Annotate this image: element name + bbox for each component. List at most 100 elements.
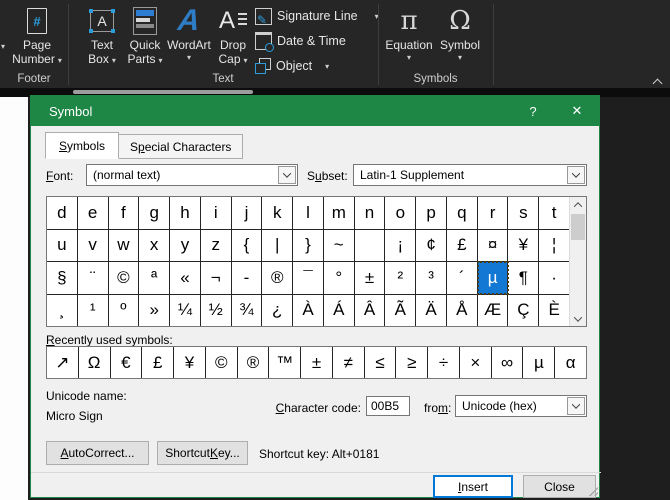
- symbol-cell[interactable]: ¹: [78, 294, 109, 326]
- recent-symbol-cell[interactable]: ©: [206, 347, 238, 378]
- symbol-cell[interactable]: º: [109, 294, 140, 326]
- symbol-cell[interactable]: £: [447, 229, 478, 261]
- symbol-cell[interactable]: Ç: [508, 294, 540, 326]
- symbol-cell[interactable]: ¦: [539, 230, 569, 262]
- recent-symbol-cell[interactable]: ™: [269, 347, 302, 378]
- equation-button[interactable]: π Equation ▾: [383, 3, 435, 62]
- symbol-cell[interactable]: È: [539, 295, 569, 327]
- symbol-cell[interactable]: ¯: [293, 262, 324, 294]
- symbol-cell[interactable]: ®: [262, 262, 294, 294]
- recent-symbol-cell[interactable]: α: [555, 347, 586, 378]
- symbol-cell[interactable]: q: [447, 197, 478, 229]
- grid-scrollbar[interactable]: [569, 197, 586, 326]
- scroll-down-button[interactable]: [570, 311, 586, 326]
- symbol-cell[interactable]: r: [478, 197, 509, 229]
- insert-button[interactable]: Insert: [433, 475, 513, 498]
- symbol-cell[interactable]: »: [139, 294, 171, 326]
- symbol-cell[interactable]: ¾: [232, 294, 263, 326]
- scroll-up-button[interactable]: [570, 197, 586, 212]
- symbol-cell[interactable]: Â: [355, 294, 386, 326]
- symbol-cell[interactable]: e: [78, 197, 109, 229]
- symbol-cell[interactable]: Á: [324, 294, 355, 326]
- close-icon[interactable]: ✕: [555, 96, 599, 126]
- recent-symbol-cell[interactable]: ÷: [428, 347, 460, 378]
- symbol-cell[interactable]: y: [170, 229, 201, 261]
- symbol-cell[interactable]: d: [47, 197, 78, 229]
- character-code-input[interactable]: 00B5: [366, 396, 410, 416]
- symbol-cell[interactable]: w: [109, 229, 140, 261]
- from-select[interactable]: Unicode (hex): [455, 395, 587, 417]
- tab-special-characters[interactable]: Special Characters: [118, 134, 244, 159]
- symbol-cell[interactable]: f: [109, 197, 140, 229]
- symbol-cell[interactable]: ±: [355, 262, 386, 294]
- close-button[interactable]: Close: [523, 475, 596, 498]
- font-select[interactable]: (normal text): [86, 164, 298, 186]
- subset-select[interactable]: Latin-1 Supplement: [353, 164, 587, 186]
- recent-symbol-cell[interactable]: ≠: [333, 347, 365, 378]
- symbol-cell[interactable]: «: [170, 262, 201, 294]
- symbol-cell[interactable]: [355, 229, 386, 261]
- symbol-cell[interactable]: ¤: [478, 229, 509, 261]
- tab-symbols[interactable]: Symbols: [45, 132, 120, 159]
- symbol-cell[interactable]: ©: [109, 262, 140, 294]
- symbol-cell[interactable]: ¥: [508, 229, 540, 261]
- symbol-cell[interactable]: ´: [447, 262, 478, 294]
- recent-symbol-cell[interactable]: µ: [523, 347, 556, 378]
- recent-symbol-cell[interactable]: ≤: [365, 347, 397, 378]
- symbol-cell[interactable]: |: [262, 229, 294, 261]
- symbol-cell[interactable]: ³: [416, 262, 447, 294]
- symbol-cell[interactable]: Æ: [478, 294, 509, 326]
- symbol-cell[interactable]: ¸: [47, 294, 78, 326]
- symbol-cell[interactable]: ¶: [508, 262, 540, 294]
- symbol-cell[interactable]: j: [232, 197, 263, 229]
- symbol-cell[interactable]: Å: [447, 294, 478, 326]
- recent-symbol-cell[interactable]: ±: [301, 347, 333, 378]
- symbol-cell[interactable]: o: [385, 197, 417, 229]
- symbol-cell[interactable]: h: [170, 197, 201, 229]
- chevron-down-icon[interactable]: [567, 397, 585, 415]
- recent-symbol-cell[interactable]: Ω: [79, 347, 111, 378]
- symbol-cell[interactable]: k: [262, 197, 294, 229]
- scrollbar-thumb[interactable]: [571, 214, 585, 240]
- symbol-cell[interactable]: m: [324, 197, 355, 229]
- recent-symbol-cell[interactable]: ↗: [47, 347, 79, 378]
- symbol-cell[interactable]: s: [508, 197, 540, 229]
- date-time-button[interactable]: Date & Time: [255, 30, 346, 52]
- symbol-cell[interactable]: v: [78, 229, 109, 261]
- symbol-cell[interactable]: l: [293, 197, 324, 229]
- symbol-cell[interactable]: g: [139, 197, 171, 229]
- symbol-cell[interactable]: ¼: [170, 294, 201, 326]
- autocorrect-button[interactable]: AutoCorrect...: [46, 441, 149, 465]
- symbol-cell[interactable]: u: [47, 229, 78, 261]
- symbol-cell[interactable]: §: [47, 262, 78, 294]
- symbol-cell[interactable]: ª: [139, 262, 171, 294]
- symbol-cell[interactable]: À: [293, 294, 324, 326]
- symbol-cell[interactable]: z: [201, 229, 232, 261]
- recent-symbol-cell[interactable]: ¥: [174, 347, 206, 378]
- symbol-cell[interactable]: i: [201, 197, 232, 229]
- symbol-cell[interactable]: x: [139, 229, 171, 261]
- symbol-cell[interactable]: ½: [201, 294, 232, 326]
- symbol-cell[interactable]: -: [232, 262, 263, 294]
- symbol-cell[interactable]: ·: [539, 262, 569, 294]
- symbol-button[interactable]: Ω Symbol ▾: [436, 3, 484, 62]
- recent-symbol-cell[interactable]: ≥: [396, 347, 429, 378]
- page-number-button[interactable]: # Page Number ▾: [8, 3, 66, 67]
- symbol-cell[interactable]: t: [539, 197, 569, 229]
- symbol-cell-selected[interactable]: µ: [476, 261, 510, 295]
- chevron-down-icon[interactable]: [567, 166, 585, 184]
- help-button[interactable]: ?: [511, 96, 555, 126]
- symbol-cell[interactable]: p: [416, 197, 447, 229]
- symbol-cell[interactable]: ~: [324, 229, 355, 261]
- chevron-down-icon[interactable]: [278, 166, 296, 184]
- recent-symbol-cell[interactable]: ®: [238, 347, 270, 378]
- symbol-cell[interactable]: {: [232, 229, 263, 261]
- recent-symbol-cell[interactable]: £: [142, 347, 175, 378]
- symbol-cell[interactable]: ¢: [416, 229, 447, 261]
- symbol-cell[interactable]: n: [355, 197, 386, 229]
- symbol-cell[interactable]: ¨: [78, 262, 109, 294]
- symbol-cell[interactable]: ²: [385, 262, 417, 294]
- recent-symbol-cell[interactable]: ×: [460, 347, 492, 378]
- symbol-cell[interactable]: }: [293, 229, 324, 261]
- symbol-cell[interactable]: °: [324, 262, 355, 294]
